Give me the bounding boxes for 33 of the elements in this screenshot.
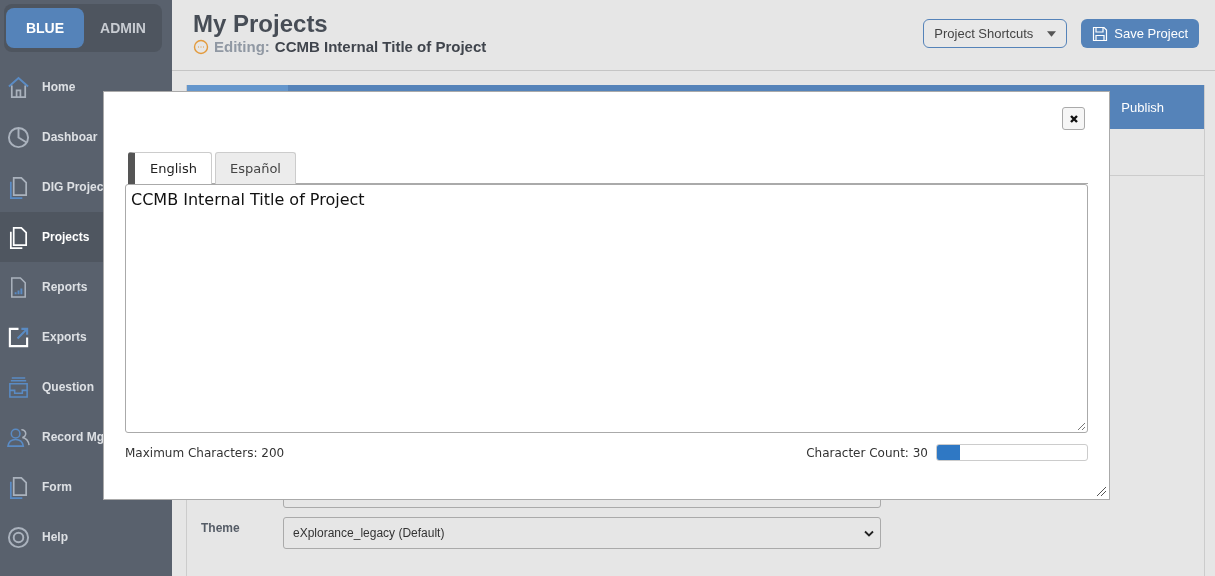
max-characters-text: Maximum Characters: 200 (125, 445, 285, 460)
page-title: My Projects (193, 10, 329, 38)
close-button[interactable] (1062, 107, 1085, 130)
publish-tab[interactable]: Publish (1121, 99, 1204, 115)
brand-tab[interactable]: ADMIN (84, 8, 162, 48)
text-area[interactable]: CCMB Internal Title of Project (125, 184, 1088, 433)
character-count-text: Character Count: 30 (806, 445, 928, 460)
language-tab[interactable]: English (128, 152, 212, 184)
chevron-down-icon (864, 529, 874, 537)
editing-label: Editing: (214, 38, 270, 55)
save-button[interactable]: Save Project (1081, 19, 1199, 48)
theme-select[interactable]: eXplorance_legacy (Default) (283, 517, 881, 549)
project-title: CCMB Internal Title of Project (274, 38, 487, 55)
sidebar-item[interactable]: Help (0, 512, 172, 562)
lifebuoy-icon (7, 525, 30, 549)
tray-icon (7, 375, 30, 399)
resize-grip-icon (1096, 486, 1106, 496)
sidebar-item[interactable]: Form (0, 462, 172, 512)
caret-icon (1047, 30, 1057, 37)
ellipsis-circle-icon (193, 38, 209, 55)
document-icon (7, 175, 30, 199)
document-icon (7, 475, 30, 499)
sidebar-item[interactable]: Home (0, 62, 172, 112)
brand-tab[interactable]: BLUE (6, 8, 84, 48)
pie-chart-icon (7, 125, 30, 149)
theme-label: Theme (201, 521, 241, 535)
export-icon (7, 325, 30, 349)
resize-grip-icon (1077, 422, 1085, 430)
close-icon (1068, 113, 1079, 124)
language-tab[interactable]: Español (214, 152, 296, 184)
shortcuts-dropdown[interactable]: Project Shortcuts (923, 19, 1068, 48)
documents-icon (7, 225, 30, 249)
house-icon (7, 75, 30, 99)
